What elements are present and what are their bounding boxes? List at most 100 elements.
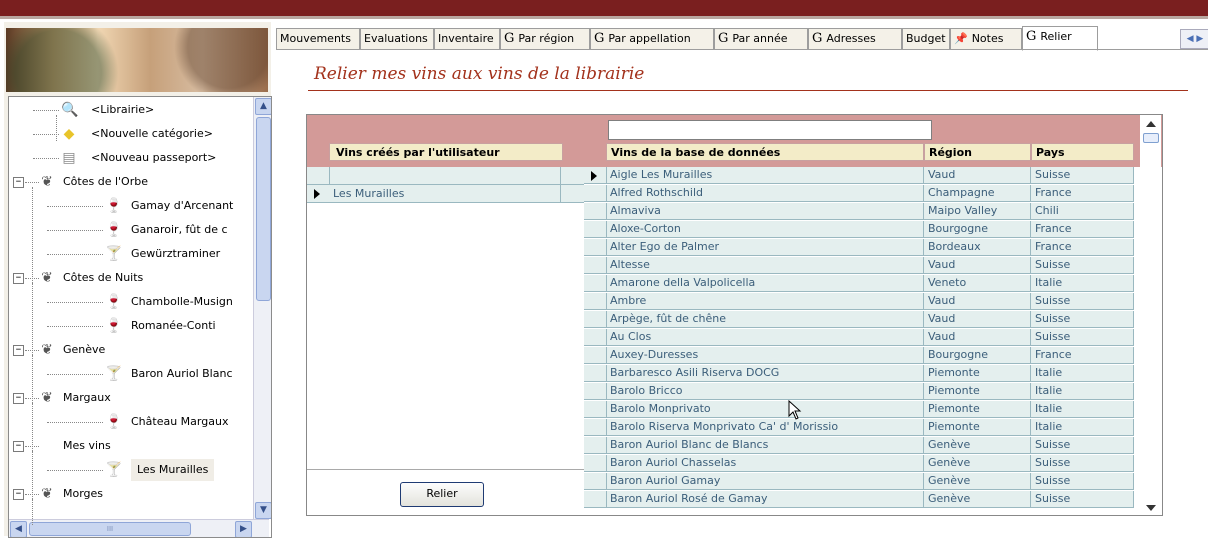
db-wine-name-cell[interactable]: Amarone della Valpolicella: [606, 275, 924, 291]
db-wine-name-cell[interactable]: Ambre: [606, 293, 924, 309]
user-wine-row[interactable]: Les Murailles: [307, 185, 585, 203]
db-wine-country-cell[interactable]: Suisse: [1031, 257, 1134, 273]
db-wine-row[interactable]: Aloxe-Corton Bourgogne France: [584, 221, 1134, 238]
db-vertical-scrollbar[interactable]: [1140, 115, 1161, 515]
tree-item[interactable]: 🍸 Baron Auriol Blanc: [9, 363, 249, 385]
user-wine-cell[interactable]: Les Murailles: [329, 185, 561, 202]
user-wine-cell[interactable]: [329, 167, 561, 184]
db-wine-country-cell[interactable]: France: [1031, 239, 1134, 255]
db-wine-name-cell[interactable]: Arpège, fût de chêne: [606, 311, 924, 327]
tab-budget[interactable]: Budget: [902, 28, 950, 50]
row-selector[interactable]: [307, 167, 330, 184]
db-wine-name-cell[interactable]: Barbaresco Asili Riserva DOCG: [606, 365, 924, 381]
db-wine-region-cell[interactable]: Vaud: [924, 311, 1031, 327]
scroll-down-icon[interactable]: [1146, 505, 1156, 511]
db-wine-name-cell[interactable]: Au Clos: [606, 329, 924, 345]
tree-item[interactable]: 🔍 <Librairie>: [9, 99, 249, 121]
db-wine-row[interactable]: Barolo Monprivato Piemonte Italie: [584, 401, 1134, 418]
db-wine-country-cell[interactable]: Italie: [1031, 365, 1134, 381]
db-wine-region-cell[interactable]: Piemonte: [924, 365, 1031, 381]
relier-button[interactable]: Relier: [400, 482, 484, 507]
row-selector[interactable]: [584, 365, 607, 381]
tree-item[interactable]: 🍸 Gewürztraminer: [9, 243, 249, 265]
db-wine-country-cell[interactable]: Suisse: [1031, 473, 1134, 489]
collapse-toggle-icon[interactable]: −: [13, 273, 24, 284]
db-wine-name-cell[interactable]: Auxey-Duresses: [606, 347, 924, 363]
db-wine-country-cell[interactable]: France: [1031, 347, 1134, 363]
db-wine-row[interactable]: Arpège, fût de chêne Vaud Suisse: [584, 311, 1134, 328]
db-scroll-thumb[interactable]: [1143, 133, 1159, 143]
db-wine-name-cell[interactable]: Barolo Riserva Monprivato Ca' d' Morissi…: [606, 419, 924, 435]
tab-inventaire[interactable]: Inventaire: [434, 28, 500, 50]
db-wine-name-cell[interactable]: Barolo Monprivato: [606, 401, 924, 417]
row-selector[interactable]: [584, 239, 607, 255]
row-selector[interactable]: [307, 185, 330, 202]
row-selector[interactable]: [584, 347, 607, 363]
db-wine-row[interactable]: Amarone della Valpolicella Veneto Italie: [584, 275, 1134, 292]
row-selector[interactable]: [584, 419, 607, 435]
scroll-right-icon[interactable]: ▶: [235, 521, 252, 537]
row-selector[interactable]: [584, 491, 607, 507]
db-wine-name-cell[interactable]: Baron Auriol Chasselas: [606, 455, 924, 471]
db-wine-name-cell[interactable]: Almaviva: [606, 203, 924, 219]
row-selector[interactable]: [584, 257, 607, 273]
tree-item[interactable]: 🍷 Chambolle-Musign: [9, 291, 249, 313]
db-wine-country-cell[interactable]: Suisse: [1031, 311, 1134, 327]
db-wine-region-cell[interactable]: Genève: [924, 491, 1031, 507]
scroll-left-icon[interactable]: ◀: [10, 521, 27, 537]
tree-item[interactable]: 🍷 Château Margaux: [9, 411, 249, 433]
db-region-column-header[interactable]: Région: [924, 143, 1031, 161]
db-wine-region-cell[interactable]: Genève: [924, 455, 1031, 471]
row-selector[interactable]: [584, 167, 607, 183]
db-wine-region-cell[interactable]: Champagne: [924, 185, 1031, 201]
db-wine-region-cell[interactable]: Vaud: [924, 167, 1031, 183]
db-wine-row[interactable]: Baron Auriol Chasselas Genève Suisse: [584, 455, 1134, 472]
db-wine-country-cell[interactable]: Suisse: [1031, 437, 1134, 453]
db-country-column-header[interactable]: Pays: [1031, 143, 1134, 161]
db-wine-region-cell[interactable]: Vaud: [924, 257, 1031, 273]
row-selector[interactable]: [584, 221, 607, 237]
row-selector[interactable]: [584, 311, 607, 327]
row-selector[interactable]: [584, 455, 607, 471]
db-wine-row[interactable]: Alfred Rothschild Champagne France: [584, 185, 1134, 202]
db-wine-country-cell[interactable]: Suisse: [1031, 329, 1134, 345]
row-selector[interactable]: [584, 401, 607, 417]
tab-evaluations[interactable]: Evaluations: [360, 28, 434, 50]
db-wine-region-cell[interactable]: Piemonte: [924, 383, 1031, 399]
db-wine-name-cell[interactable]: Aloxe-Corton: [606, 221, 924, 237]
db-wine-row[interactable]: Alter Ego de Palmer Bordeaux France: [584, 239, 1134, 256]
db-wine-country-cell[interactable]: Suisse: [1031, 167, 1134, 183]
tree-item[interactable]: − ❦ Côtes de l'Orbe: [9, 171, 249, 193]
tree-item[interactable]: − Mes vins: [9, 435, 249, 457]
db-wine-country-cell[interactable]: Italie: [1031, 383, 1134, 399]
tree-scroll-thumb[interactable]: [256, 117, 271, 301]
db-wine-country-cell[interactable]: Suisse: [1031, 293, 1134, 309]
tree-hscroll-thumb[interactable]: III: [29, 522, 191, 536]
tab-par-région[interactable]: G Par région: [500, 28, 590, 50]
collapse-toggle-icon[interactable]: −: [13, 177, 24, 188]
row-selector[interactable]: [584, 437, 607, 453]
db-wine-row[interactable]: Altesse Vaud Suisse: [584, 257, 1134, 274]
db-wine-name-cell[interactable]: Alter Ego de Palmer: [606, 239, 924, 255]
row-selector[interactable]: [584, 293, 607, 309]
db-wine-row[interactable]: Auxey-Duresses Bourgogne France: [584, 347, 1134, 364]
db-wine-row[interactable]: Barolo Bricco Piemonte Italie: [584, 383, 1134, 400]
tree-item[interactable]: 🍷 Ganaroir, fût de c: [9, 219, 249, 241]
db-wine-row[interactable]: Au Clos Vaud Suisse: [584, 329, 1134, 346]
db-wine-country-cell[interactable]: Chili: [1031, 203, 1134, 219]
db-wine-country-cell[interactable]: Italie: [1031, 419, 1134, 435]
tab-scroll-arrows-icon[interactable]: ◀ ▶: [1180, 29, 1208, 49]
db-wine-country-cell[interactable]: Suisse: [1031, 491, 1134, 507]
db-wine-region-cell[interactable]: Bourgogne: [924, 347, 1031, 363]
row-selector[interactable]: [584, 275, 607, 291]
row-selector[interactable]: [584, 329, 607, 345]
db-wine-row[interactable]: Baron Auriol Gamay Genève Suisse: [584, 473, 1134, 490]
tab-par-année[interactable]: G Par année: [714, 28, 808, 50]
tree-item[interactable]: 🍸 Les Murailles: [9, 459, 249, 481]
user-wines-column-header[interactable]: Vins créés par l'utilisateur: [329, 143, 563, 161]
search-input[interactable]: [608, 120, 932, 140]
tree-vertical-scrollbar[interactable]: ▲ ▼: [253, 97, 271, 519]
collapse-toggle-icon[interactable]: −: [13, 393, 24, 404]
tab-notes[interactable]: 📌 Notes: [950, 28, 1022, 50]
tree-item[interactable]: − ❦ Côtes de Nuits: [9, 267, 249, 289]
